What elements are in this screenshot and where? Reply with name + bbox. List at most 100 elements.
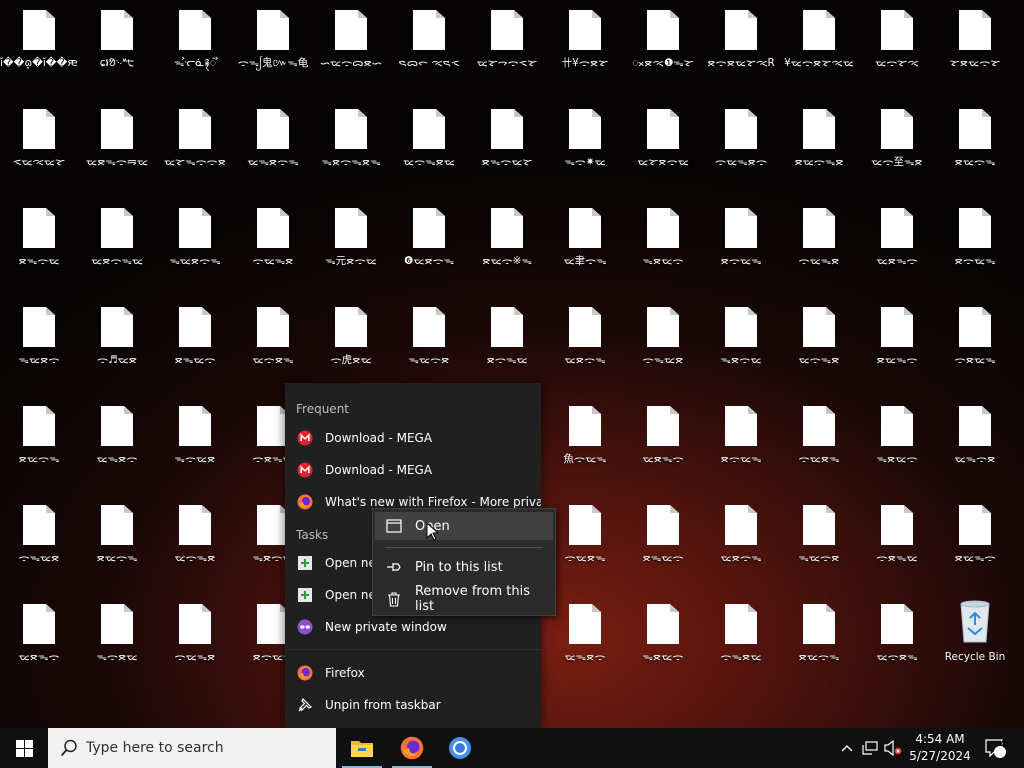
desktop-file-icon[interactable]: ᯓᯔᯙᯖ [780,495,858,593]
file-icon [491,109,523,149]
desktop-file-icon[interactable]: ᯔᯘᯎᯙᯑᯘ [468,0,546,98]
desktop-file-icon[interactable]: ᯖᯔᯙᯓ [936,99,1014,197]
desktop-file-icon[interactable]: ᯔᯙᯘᯕ [858,0,936,98]
desktop-file-icon[interactable]: ᯙᯔᯖᯓ [780,396,858,494]
desktop-file-icon[interactable]: ᯔ聿ᯙᯓ [546,198,624,296]
desktop-file-icon[interactable]: ᯓᯖᯙᯔ [702,297,780,395]
desktop-file-icon[interactable]: ᯖᯙᯔᯓ [702,198,780,296]
desktop-file-icon[interactable]: ᯔᯖᯓᯙ [0,594,78,692]
desktop-file-icon[interactable]: ¥ᯔᯙᯖᯘᯕᯔ [780,0,858,98]
desktop-file-icon[interactable]: ᯙᯖᯔᯓ [936,297,1014,395]
action-center-button[interactable]: 4 [980,728,1010,768]
tray-network[interactable] [860,728,882,768]
jump-item-download-mega-1[interactable]: Download - MEGA [285,423,541,453]
desktop-file-icon[interactable]: ᯓᯙ✷ᯔ [546,99,624,197]
desktop-file-icon[interactable]: ᯔᯓᯙᯖ [936,396,1014,494]
desktop-file-icon[interactable]: ᯔᯓᯖᯙᯓ [234,99,312,197]
taskbar-search-box[interactable]: Type here to search [48,728,336,768]
start-button[interactable] [0,728,48,768]
desktop-file-icon[interactable]: ᯙᯔᯓᯖ [156,594,234,692]
desktop-file-icon[interactable]: ᯔᯓᯖᯙ [78,396,156,494]
desktop-file-icon[interactable]: ᯔᯙᯖᯓ [858,594,936,692]
context-remove-from-list[interactable]: Remove from this list [375,584,553,614]
desktop-file-icon[interactable]: ᯖᯓᯔᯙ [156,297,234,395]
desktop-file-icon[interactable]: ᯔᯘᯖᯙᯔ [624,99,702,197]
desktop-file-icon[interactable]: ᯓᯖᯙᯓᯖᯓ [312,99,390,197]
desktop-file-icon[interactable]: ĭ��ܷɷ�ĭ��ԙ�� [0,0,78,98]
desktop-file-icon[interactable]: ᯙᯓᯖᯔ [702,594,780,692]
desktop-icon-label: ɕ៛ᱚ࿙ᔿ੮ [99,57,135,69]
jump-item-download-mega-2[interactable]: Download - MEGA [285,455,541,485]
desktop-file-icon[interactable]: ᯖᯓᯙᯔᯘ [468,99,546,197]
desktop-file-icon[interactable]: ᯔᯙ至ᯓᯖ [858,99,936,197]
desktop-file-icon[interactable]: 卄¥ᯙᯖᯘ [546,0,624,98]
desktop-file-icon[interactable]: ᯓᯨᓞᓈ࿑ᯭ [156,0,234,98]
desktop-file-icon[interactable]: ᯖᯔᯙᯓ [78,495,156,593]
desktop-file-icon[interactable]: ᯔᯙᯓᯖ [156,495,234,593]
desktop-file-icon[interactable]: ᯓᯖᯔᯙ [624,594,702,692]
desktop-file-icon[interactable]: ❻ᯔᯖᯙᯓ [390,198,468,296]
desktop-file-icon[interactable]: ᯓᯔᯙᯖ [390,297,468,395]
desktop-file-icon[interactable]: ᯖᯔᯙᯓᯖ [780,99,858,197]
desktop-file-icon[interactable]: ᯔᯓᯖᯙ [546,594,624,692]
desktop-file-icon[interactable]: ᯈᯔᯙᯅᯖᯈ [312,0,390,98]
desktop-file-icon[interactable]: ᯓᯙᯔᯖ [156,396,234,494]
desktop-file-icon[interactable]: ᯔᯘᯓᯙᯙᯖ [156,99,234,197]
jump-task-new-private-window[interactable]: New private window [285,612,541,642]
desktop-file-icon[interactable]: ᯓᯖᯔᯙ [624,198,702,296]
desktop-file-icon[interactable]: 魚ᯙᯔᯓ [546,396,624,494]
desktop-file-icon[interactable]: ᯬᯖᯕ❶ᯓᯘ [624,0,702,98]
desktop-file-icon[interactable]: ᯖᯙᯓᯔ [468,297,546,395]
desktop-file-icon[interactable]: ᯓᯙᯖᯔ [78,594,156,692]
desktop-file-icon[interactable]: ᯙᯓᩭ鬼៚ᯓ龟 [234,0,312,98]
tray-show-hidden-icons[interactable] [836,728,858,768]
desktop-file-icon[interactable]: ᯍᯅᯞ ᯕᯍᯑ [390,0,468,98]
desktop-file-icon[interactable]: ᯙᯔᯓᯖ [780,198,858,296]
desktop-file-icon[interactable]: ᯔᯖᯙᯓ [546,297,624,395]
desktop-file-icon[interactable]: ᯖᯔᯙᯓ [0,396,78,494]
desktop-file-icon[interactable]: ᯙ♬ᯔᯖ [78,297,156,395]
desktop-file-icon[interactable]: ɕ៛ᱚ࿙ᔿ੮ [78,0,156,98]
desktop-file-icon[interactable]: ᯔᯖᯓᯙ [858,198,936,296]
desktop-file-icon[interactable]: ᯖᯔᯓᯙ [858,297,936,395]
desktop-file-icon[interactable]: ᯘᯖᯔᯙᯘ [936,0,1014,98]
desktop-file-icon[interactable]: ᯖᯓᯙᯔ [0,198,78,296]
desktop-file-icon[interactable]: ᯖᯔᯓᯙ [936,495,1014,593]
desktop-file-icon[interactable]: ᯙᯖᯓᯔ [858,495,936,593]
desktop-file-icon[interactable]: ᯑᯔᯕᯔᯘ [0,99,78,197]
desktop-file-icon[interactable]: ᯓᯔᯖᯙ [0,297,78,395]
desktop-file-icon[interactable]: ᯔᯙᯖᯓ [234,297,312,395]
desktop-file-icon[interactable]: ᯙᯔᯓᯖ [234,198,312,296]
file-icon [569,208,601,248]
desktop-file-icon[interactable]: ᯙᯓᯔᯖ [0,495,78,593]
desktop-file-icon[interactable]: ᯔᯖᯙᯓᯔ [78,198,156,296]
jump-unpin-from-taskbar[interactable]: Unpin from taskbar [285,690,541,720]
recycle-bin[interactable]: Recycle Bin [936,594,1014,692]
desktop-file-icon[interactable]: ᯔᯖᯙᯓ [702,495,780,593]
jump-app-firefox[interactable]: Firefox [285,658,541,688]
desktop-file-icon[interactable]: ᯙᯔᯖᯓ [546,495,624,593]
desktop-file-icon[interactable]: ᯔᯖᯓᯙ [624,396,702,494]
desktop-file-icon[interactable]: ᯖᯙᯖᯔᯘᯕR [702,0,780,98]
desktop-file-icon[interactable]: ᯖᯔᯙ※ᯓ [468,198,546,296]
desktop-file-icon[interactable]: ᯓ元ᯖᯙᯔ [312,198,390,296]
taskbar-file-explorer[interactable] [338,728,386,768]
taskbar-clock[interactable]: 4:54 AM 5/27/2024 [904,728,976,768]
desktop-file-icon[interactable]: ᯖᯓᯔᯙ [624,495,702,593]
desktop-file-icon[interactable]: ᯖᯔᯙᯓ [780,594,858,692]
context-open[interactable]: Open [375,512,553,540]
desktop-file-icon[interactable]: ᯔᯙᯓᯖᯔ [390,99,468,197]
context-pin-to-list[interactable]: Pin to this list [375,553,553,581]
desktop-file-icon[interactable]: ᯔᯙᯓᯖ [780,297,858,395]
desktop-file-icon[interactable]: ᯙᯓᯔᯖ [624,297,702,395]
taskbar-firefox[interactable] [388,728,436,768]
desktop-file-icon[interactable]: ᯔᯖᯓᯙᯒᯔ [78,99,156,197]
desktop-file-icon[interactable]: ᯙᯔᯓᯖᯙ [702,99,780,197]
desktop-file-icon[interactable]: ᯓᯔᯖᯙᯓ [156,198,234,296]
tray-volume-muted[interactable] [882,728,904,768]
desktop-file-icon[interactable]: ᯙ虎ᯖᯔ [312,297,390,395]
desktop-file-icon[interactable]: ᯖᯙᯔᯓ [936,198,1014,296]
taskbar-chromium[interactable] [436,728,484,768]
desktop-file-icon[interactable]: ᯖᯙᯔᯓ [702,396,780,494]
desktop-file-icon[interactable]: ᯓᯖᯔᯙ [858,396,936,494]
